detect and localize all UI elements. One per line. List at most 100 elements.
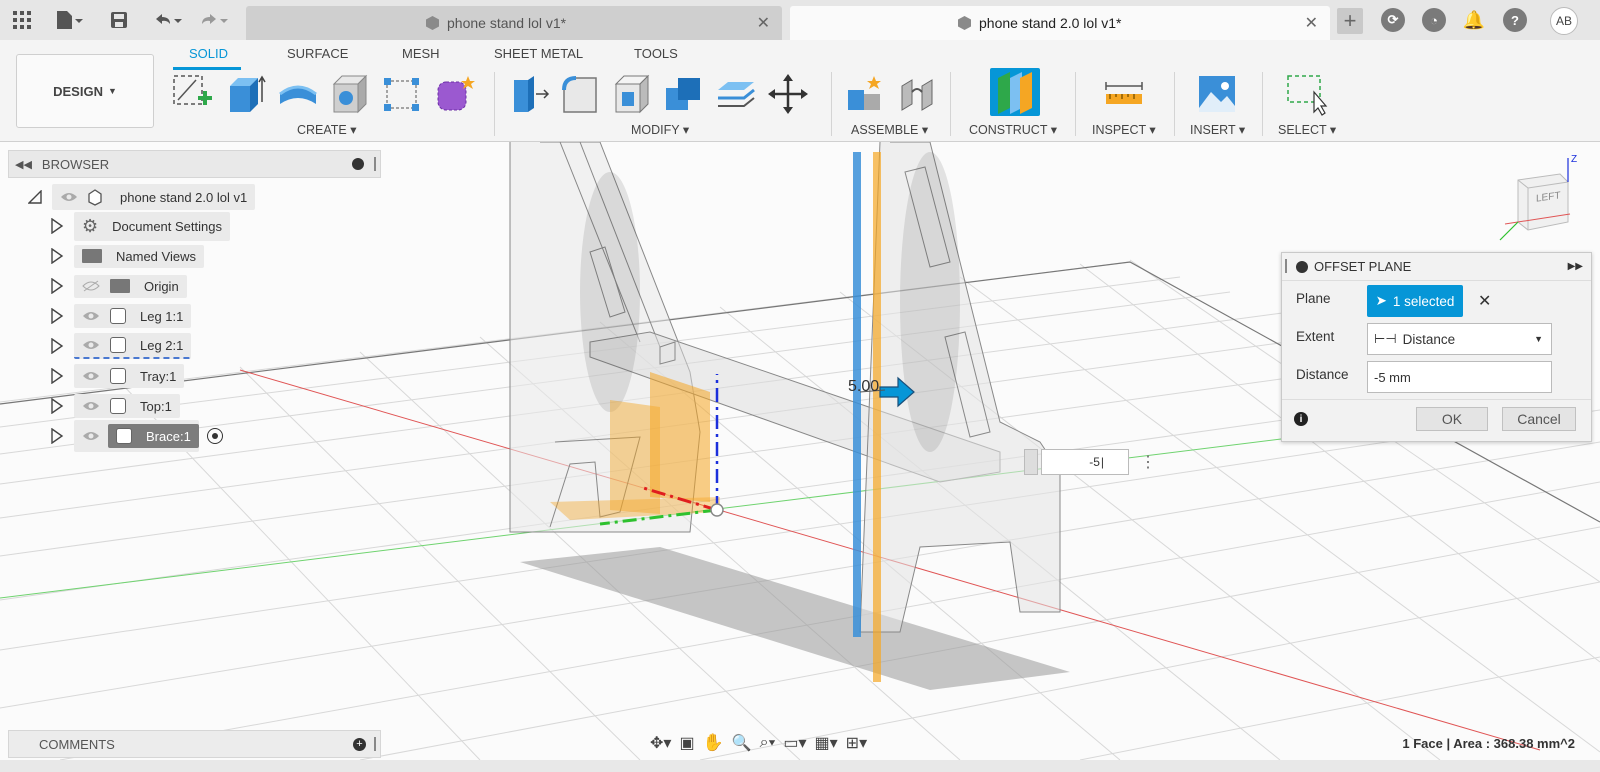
hidden-eye-icon[interactable] — [82, 280, 100, 292]
collapsed-triangle-icon[interactable] — [50, 218, 64, 234]
fillet-icon[interactable] — [558, 72, 602, 116]
panel-resize-handle[interactable] — [374, 737, 376, 751]
new-tab-button[interactable]: + — [1337, 8, 1363, 34]
assemble-menu[interactable]: ASSEMBLE ▾ — [851, 122, 928, 137]
offset-face-icon[interactable] — [714, 72, 758, 116]
visibility-eye-icon[interactable] — [82, 310, 100, 322]
move-copy-icon[interactable] — [766, 72, 810, 116]
workspace-switcher-button[interactable]: DESIGN ▼ — [16, 54, 154, 128]
joint-icon[interactable] — [896, 72, 940, 116]
collapsed-triangle-icon[interactable] — [50, 398, 64, 414]
visibility-eye-icon[interactable] — [82, 400, 100, 412]
press-pull-icon[interactable] — [506, 72, 550, 116]
comments-panel-header[interactable]: COMMENTS + — [8, 730, 381, 758]
extent-dropdown[interactable]: ⊢⊣ Distance ▼ — [1367, 323, 1552, 355]
3d-viewport[interactable]: LEFT Z — [0, 142, 1600, 760]
collapsed-triangle-icon[interactable] — [50, 248, 64, 264]
tab-surface[interactable]: SURFACE — [287, 46, 348, 61]
combine-icon[interactable] — [662, 72, 706, 116]
extensions-icon[interactable]: ⟳ — [1381, 8, 1405, 32]
browser-item-leg-2[interactable]: Leg 2:1 — [50, 333, 192, 359]
undo-icon[interactable] — [150, 8, 186, 32]
plane-selection-button[interactable]: ➤ 1 selected — [1367, 285, 1463, 317]
new-component-icon[interactable] — [844, 72, 888, 116]
clear-selection-icon[interactable]: ✕ — [1478, 291, 1491, 311]
ok-button[interactable]: OK — [1416, 407, 1488, 431]
file-menu-icon[interactable] — [52, 8, 88, 32]
browser-item-document-settings[interactable]: ⚙ Document Settings — [50, 211, 230, 241]
modify-menu[interactable]: MODIFY ▾ — [631, 122, 689, 137]
tab-sheet-metal[interactable]: SHEET METAL — [494, 46, 583, 61]
insert-menu[interactable]: INSERT ▾ — [1190, 122, 1245, 137]
shell-icon[interactable] — [610, 72, 654, 116]
save-icon[interactable] — [108, 8, 130, 32]
collapsed-triangle-icon[interactable] — [50, 308, 64, 324]
notifications-bell-icon[interactable]: 🔔 — [1462, 8, 1486, 32]
tab-mesh[interactable]: MESH — [402, 46, 440, 61]
browser-item-brace[interactable]: Brace:1 — [50, 420, 223, 452]
distance-field[interactable]: -5 mm — [1367, 361, 1552, 393]
collapse-dialog-icon[interactable] — [1296, 260, 1308, 273]
collapsed-triangle-icon[interactable] — [50, 278, 64, 294]
browser-item-top[interactable]: Top:1 — [50, 394, 180, 418]
browser-root-item[interactable]: phone stand 2.0 lol v1 — [28, 184, 256, 210]
input-grip-handle[interactable] — [1024, 449, 1038, 475]
measure-icon[interactable] — [1102, 72, 1146, 116]
create-sketch-icon[interactable] — [170, 72, 214, 116]
tab-solid[interactable]: SOLID — [189, 46, 228, 61]
visibility-eye-icon[interactable] — [60, 191, 78, 203]
create-menu[interactable]: CREATE ▾ — [297, 122, 357, 137]
window-select-icon[interactable] — [1284, 72, 1328, 116]
pan-hand-icon[interactable]: ✋ — [703, 733, 724, 753]
browser-item-named-views[interactable]: Named Views — [50, 244, 204, 268]
construct-offset-plane-button[interactable] — [990, 68, 1040, 116]
job-status-icon[interactable]: ◔ — [1422, 8, 1446, 32]
dialog-header[interactable]: OFFSET PLANE ▶▶ — [1282, 253, 1591, 281]
help-icon[interactable]: ? — [1503, 8, 1527, 32]
tab-active-document[interactable]: phone stand 2.0 lol v1* ✕ — [790, 6, 1330, 40]
inspect-menu[interactable]: INSPECT ▾ — [1092, 122, 1156, 137]
close-tab-icon[interactable]: ✕ — [1305, 13, 1318, 33]
browser-item-leg-1[interactable]: Leg 1:1 — [50, 304, 192, 328]
collapsed-triangle-icon[interactable] — [50, 338, 64, 354]
add-comment-icon[interactable]: + — [353, 737, 366, 751]
viewports-icon[interactable]: ⊞▾ — [846, 733, 867, 753]
extrude-icon[interactable] — [224, 72, 268, 116]
look-at-icon[interactable]: ▣ — [679, 733, 694, 753]
insert-image-icon[interactable] — [1195, 72, 1239, 116]
model-canvas[interactable] — [0, 142, 1600, 760]
panel-resize-handle[interactable] — [374, 157, 376, 171]
close-tab-icon[interactable]: ✕ — [757, 13, 770, 33]
orbit-icon[interactable]: ✥▾ — [650, 733, 671, 753]
redo-icon[interactable] — [196, 8, 232, 32]
minimize-panel-icon[interactable] — [352, 158, 364, 170]
revolve-icon[interactable] — [276, 72, 320, 116]
avatar[interactable]: AB — [1550, 7, 1578, 35]
more-options-icon[interactable]: ⋮ — [1140, 452, 1156, 472]
expand-dialog-icon[interactable]: ▶▶ — [1568, 261, 1583, 272]
browser-item-origin[interactable]: Origin — [50, 274, 187, 298]
zoom-icon[interactable]: 🔍 — [732, 733, 752, 753]
collapse-browser-icon[interactable]: ◀◀ — [15, 158, 32, 171]
tab-tools[interactable]: TOOLS — [634, 46, 678, 61]
browser-panel-header[interactable]: ◀◀ BROWSER — [8, 150, 381, 178]
expanded-triangle-icon[interactable] — [28, 190, 42, 204]
construct-menu[interactable]: CONSTRUCT ▾ — [969, 122, 1057, 137]
display-settings-icon[interactable]: ▭▾ — [783, 733, 806, 753]
info-icon[interactable]: i — [1294, 412, 1308, 426]
visibility-eye-icon[interactable] — [82, 339, 100, 351]
activate-component-icon[interactable] — [206, 428, 223, 444]
visibility-eye-icon[interactable] — [82, 430, 100, 442]
collapsed-triangle-icon[interactable] — [50, 428, 64, 444]
select-menu[interactable]: SELECT ▾ — [1278, 122, 1336, 137]
distance-heads-up-input[interactable]: -5 | — [1041, 449, 1129, 475]
apps-grid-icon[interactable] — [10, 8, 34, 32]
browser-item-tray[interactable]: Tray:1 — [50, 364, 185, 388]
grid-settings-icon[interactable]: ▦▾ — [815, 733, 838, 753]
form-icon[interactable] — [432, 72, 476, 116]
fit-window-icon[interactable]: ⌕▾ — [760, 734, 776, 752]
dialog-drag-handle[interactable] — [1285, 259, 1287, 273]
cancel-button[interactable]: Cancel — [1502, 407, 1576, 431]
visibility-eye-icon[interactable] — [82, 370, 100, 382]
pattern-icon[interactable] — [380, 72, 424, 116]
